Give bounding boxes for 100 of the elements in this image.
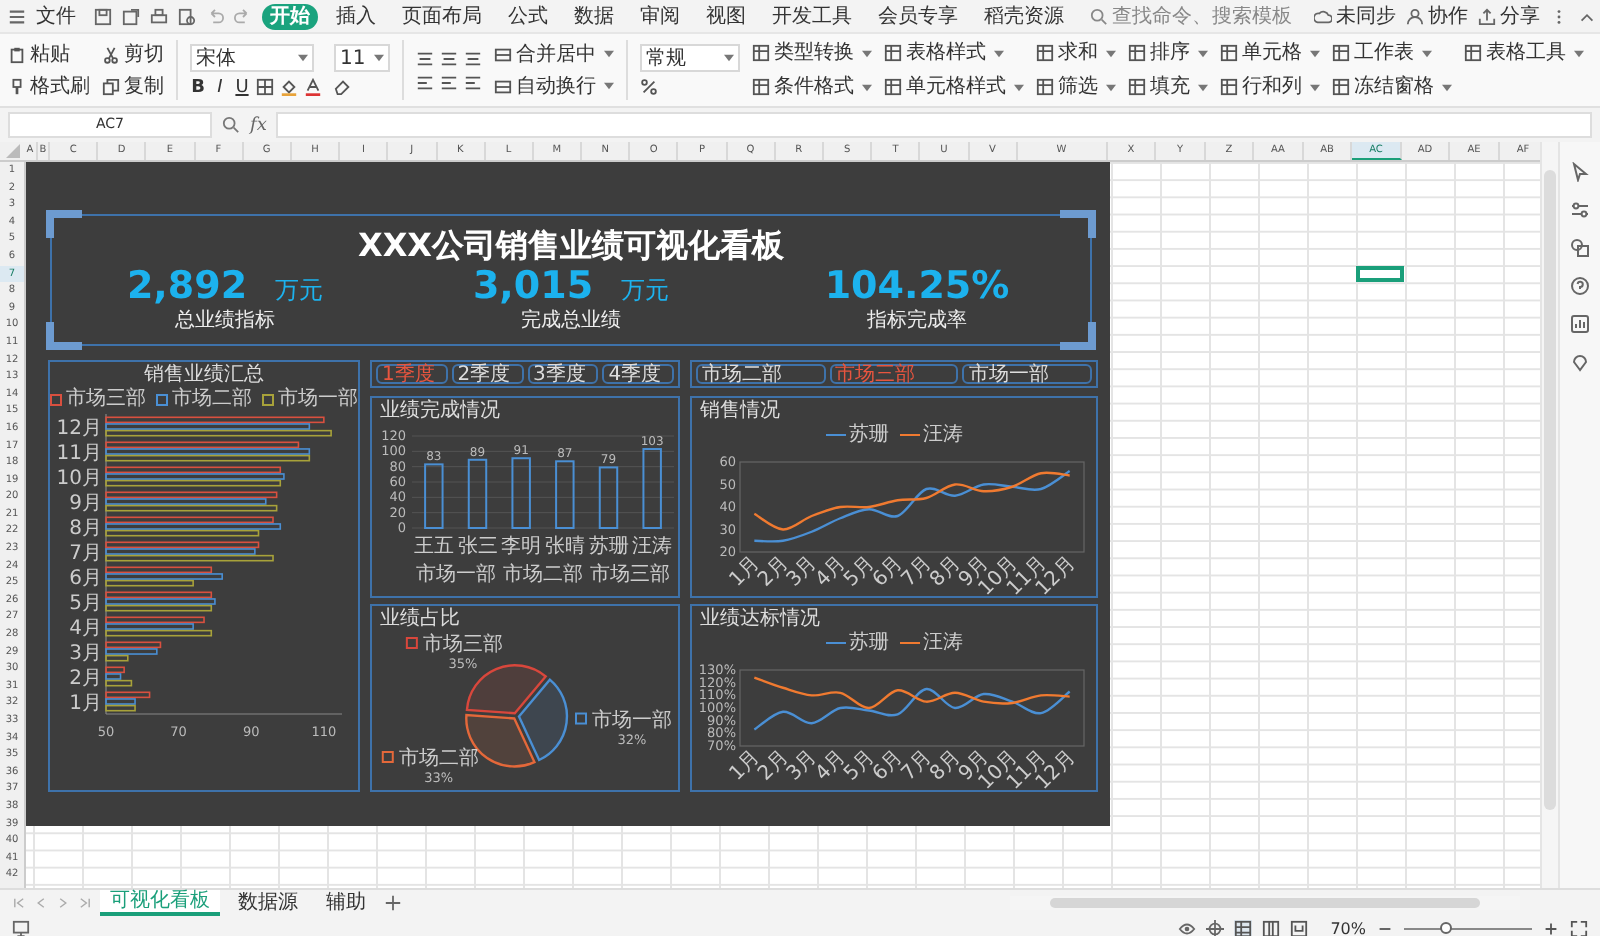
function-label[interactable]: fx bbox=[250, 115, 267, 135]
scroll-thumb[interactable] bbox=[1050, 898, 1480, 908]
monitor-icon[interactable] bbox=[12, 919, 30, 936]
export-icon[interactable] bbox=[122, 7, 140, 25]
selected-cell[interactable] bbox=[1355, 265, 1404, 283]
ribbon-tab[interactable]: 开发工具 bbox=[764, 3, 860, 29]
pointer-icon[interactable] bbox=[1570, 162, 1590, 182]
formula-field[interactable] bbox=[276, 112, 1592, 138]
menu-icon[interactable] bbox=[8, 7, 26, 25]
ribbon-button[interactable]: 单元格样式 bbox=[884, 73, 1024, 101]
zoom-icon[interactable] bbox=[222, 116, 240, 134]
font-color-icon[interactable] bbox=[304, 78, 322, 96]
dashboard-title: XXX公司销售业绩可视化看板 bbox=[355, 226, 786, 264]
ribbon-button[interactable]: 表格样式 bbox=[884, 39, 1024, 67]
ribbon-tab[interactable]: 公式 bbox=[500, 3, 556, 29]
ribbon-tab[interactable]: 页面布局 bbox=[394, 3, 490, 29]
zoom-level[interactable]: 70% bbox=[1330, 919, 1366, 936]
data-label: 市场三部 bbox=[422, 634, 503, 656]
align-icon[interactable] bbox=[464, 73, 482, 91]
axis-label: 7月 bbox=[69, 542, 102, 565]
align-icon[interactable] bbox=[416, 49, 434, 67]
ribbon-button[interactable]: 单元格 bbox=[1220, 39, 1320, 67]
bar bbox=[555, 460, 575, 529]
filter-button[interactable]: 2季度 bbox=[451, 364, 523, 384]
axis-label: 市场三部 bbox=[590, 564, 671, 586]
location-icon[interactable] bbox=[1570, 352, 1590, 372]
percent-icon[interactable] bbox=[640, 78, 658, 96]
ribbon-button[interactable]: 表格工具 bbox=[1464, 39, 1584, 67]
font-size-field[interactable]: 11 bbox=[334, 44, 390, 72]
slider-thumb[interactable] bbox=[1440, 921, 1453, 933]
eraser-icon[interactable] bbox=[334, 78, 352, 96]
font-style-button[interactable]: B bbox=[190, 77, 206, 97]
page-view-icon[interactable] bbox=[1262, 919, 1281, 936]
corner-bracket bbox=[1060, 210, 1096, 238]
file-menu[interactable]: 文件 bbox=[36, 2, 76, 30]
caret-icon bbox=[1442, 83, 1452, 91]
eye-icon[interactable] bbox=[1178, 919, 1197, 936]
align-icon[interactable] bbox=[416, 73, 434, 91]
chart-icon[interactable] bbox=[1570, 314, 1590, 334]
normal-view-icon[interactable] bbox=[1234, 919, 1253, 936]
format-painter-button[interactable]: 格式刷 bbox=[8, 73, 90, 99]
ribbon-button[interactable]: 合并居中 bbox=[494, 41, 614, 67]
ribbon-button[interactable]: 条件格式 bbox=[752, 73, 872, 101]
align-icon[interactable] bbox=[464, 49, 482, 67]
axis-label: 2月 bbox=[69, 667, 102, 690]
scroll-thumb[interactable] bbox=[1544, 170, 1556, 810]
filter-button[interactable]: 3季度 bbox=[527, 364, 599, 384]
filter-button[interactable]: 市场二部 bbox=[696, 364, 826, 384]
paste-button[interactable]: 粘贴 bbox=[8, 41, 70, 67]
toolbar-button[interactable]: 分享 bbox=[1478, 2, 1540, 30]
reading-view-icon[interactable] bbox=[1290, 919, 1309, 936]
ribbon-tab[interactable]: 审阅 bbox=[632, 3, 688, 29]
font-style-button[interactable]: U bbox=[234, 77, 250, 97]
ribbon-button[interactable]: 自动换行 bbox=[494, 73, 614, 99]
zoom-in-icon[interactable] bbox=[1542, 919, 1560, 936]
fullscreen-icon[interactable] bbox=[1570, 919, 1588, 936]
filter-button[interactable]: 市场一部 bbox=[962, 364, 1093, 384]
save-icon[interactable] bbox=[94, 7, 112, 25]
sliders-icon[interactable] bbox=[1570, 200, 1590, 220]
kpi-value: 104.25% bbox=[824, 264, 1010, 309]
crosshair-icon[interactable] bbox=[1206, 919, 1225, 936]
sheet-tab[interactable]: 数据源 bbox=[228, 890, 308, 916]
ribbon-button[interactable]: 填充 bbox=[1128, 73, 1208, 101]
font-name-field[interactable]: 宋体 bbox=[190, 43, 314, 71]
ribbon-tab[interactable]: 数据 bbox=[566, 3, 622, 29]
ribbon-button[interactable]: 冻结窗格 bbox=[1332, 73, 1452, 101]
border-icon[interactable] bbox=[256, 78, 274, 96]
ribbon-tab[interactable]: 会员专享 bbox=[870, 3, 966, 29]
toolbar-button[interactable]: 未同步 bbox=[1314, 2, 1396, 30]
grid-icon bbox=[1036, 44, 1054, 62]
ribbon-tab[interactable]: 视图 bbox=[698, 3, 754, 29]
toolbar-button[interactable]: 协作 bbox=[1406, 2, 1468, 30]
shapes-icon[interactable] bbox=[1570, 238, 1590, 258]
ribbon-button[interactable]: 筛选 bbox=[1036, 73, 1116, 101]
chart-title: 业绩完成情况 bbox=[378, 398, 502, 424]
number-format-field[interactable]: 常规 bbox=[640, 44, 740, 72]
legend-label: 苏珊 bbox=[849, 632, 889, 654]
print-icon[interactable] bbox=[150, 7, 168, 25]
copy-button[interactable]: 复制 bbox=[102, 73, 164, 99]
align-icon[interactable] bbox=[440, 73, 458, 91]
ribbon-button[interactable]: 类型转换 bbox=[752, 39, 872, 67]
filter-button[interactable]: 4季度 bbox=[602, 364, 674, 384]
ribbon-tab[interactable]: 稻壳资源 bbox=[976, 3, 1072, 29]
add-icon[interactable] bbox=[384, 894, 402, 912]
sheet-tab[interactable]: 辅助 bbox=[316, 890, 376, 916]
align-icon[interactable] bbox=[440, 49, 458, 67]
help-icon[interactable] bbox=[1570, 276, 1590, 296]
vertical-scrollbar[interactable] bbox=[1540, 142, 1558, 888]
fill-color-icon[interactable] bbox=[280, 78, 298, 96]
search-field[interactable]: 查找命令、搜索模板 bbox=[1090, 5, 1304, 27]
kpi-label: 总业绩指标 bbox=[175, 310, 275, 334]
ribbon-tab[interactable]: 插入 bbox=[328, 3, 384, 29]
ribbon-button[interactable]: 求和 bbox=[1036, 39, 1116, 67]
ribbon-button[interactable]: 行和列 bbox=[1220, 73, 1320, 101]
ribbon-button[interactable]: 排序 bbox=[1128, 39, 1208, 67]
preview-icon[interactable] bbox=[178, 7, 196, 25]
caret-icon bbox=[1014, 83, 1024, 91]
ribbon-button[interactable]: 工作表 bbox=[1332, 39, 1452, 67]
cut-button[interactable]: 剪切 bbox=[102, 41, 164, 67]
font-style-button[interactable]: I bbox=[212, 77, 228, 97]
